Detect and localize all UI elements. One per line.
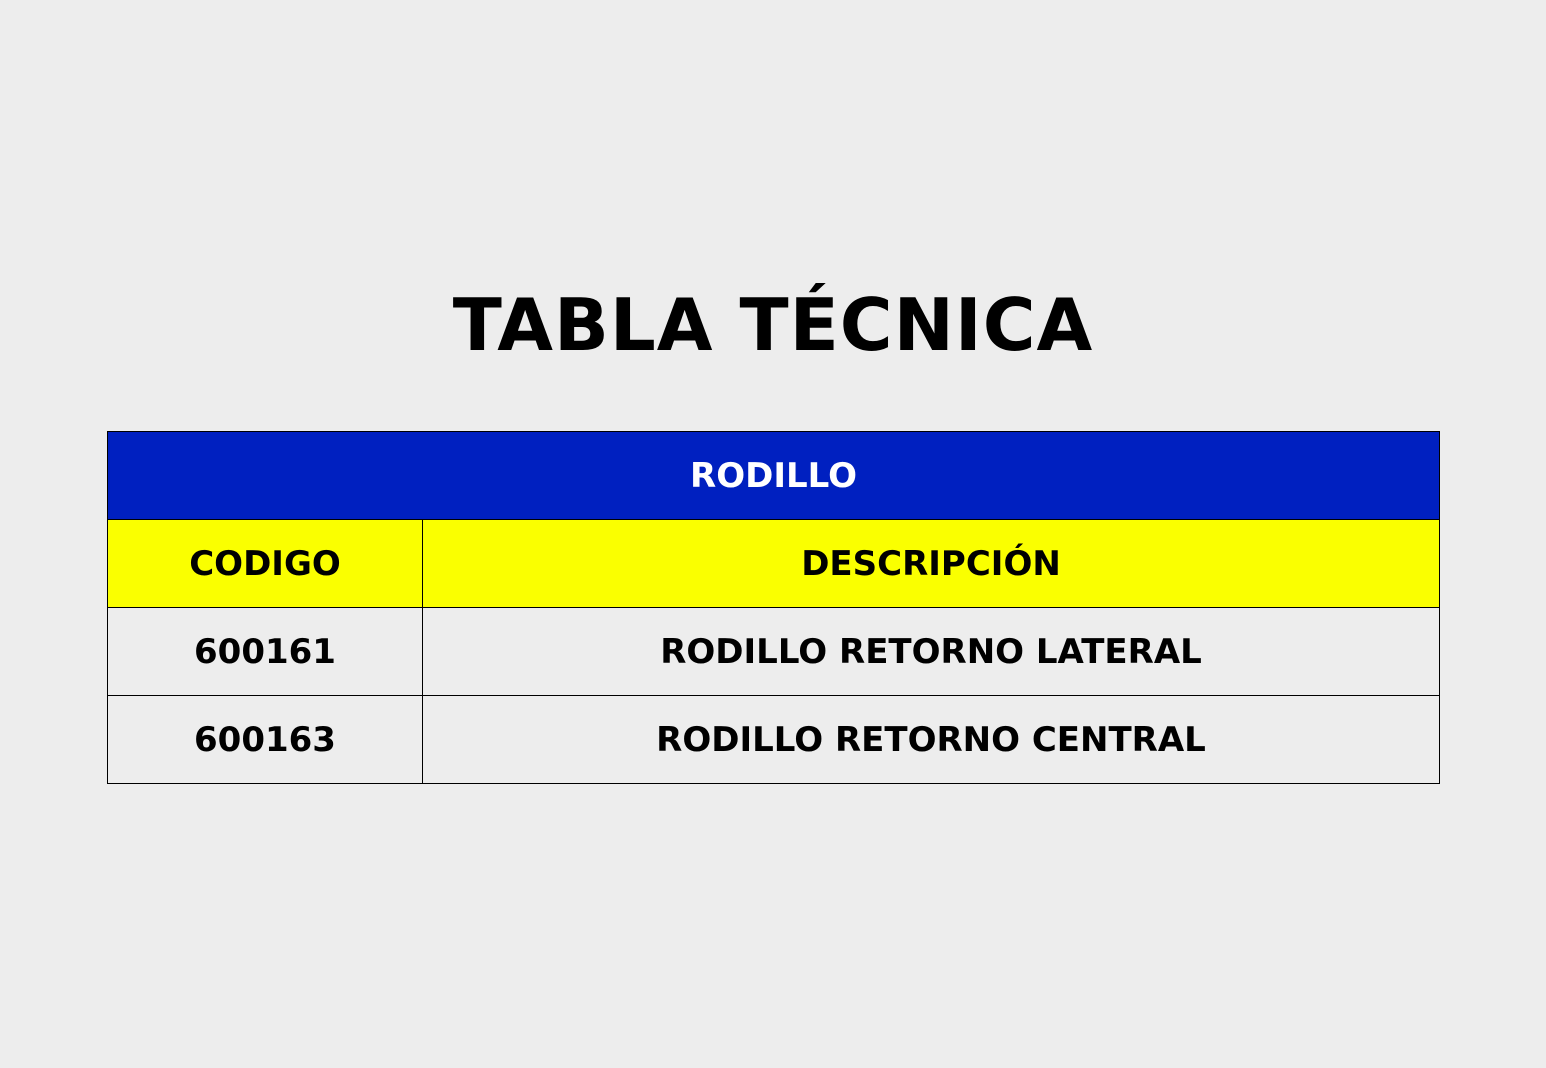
page-title: TABLA TÉCNICA (452, 283, 1094, 367)
cell-description: RODILLO RETORNO LATERAL (421, 607, 1441, 696)
table-row: 600161 RODILLO RETORNO LATERAL (107, 607, 1441, 696)
cell-description: RODILLO RETORNO CENTRAL (421, 695, 1441, 784)
table-caption: RODILLO (106, 431, 1441, 520)
table-header-row: CODIGO DESCRIPCIÓN (107, 519, 1441, 608)
table-row: 600163 RODILLO RETORNO CENTRAL (107, 695, 1441, 784)
column-header-description: DESCRIPCIÓN (421, 519, 1441, 608)
table-caption-row: RODILLO (106, 431, 1441, 520)
technical-table: RODILLO CODIGO DESCRIPCIÓN 600161 RODILL… (106, 431, 1441, 784)
column-header-code: CODIGO (107, 519, 423, 608)
cell-code: 600161 (107, 607, 423, 696)
cell-code: 600163 (107, 695, 423, 784)
